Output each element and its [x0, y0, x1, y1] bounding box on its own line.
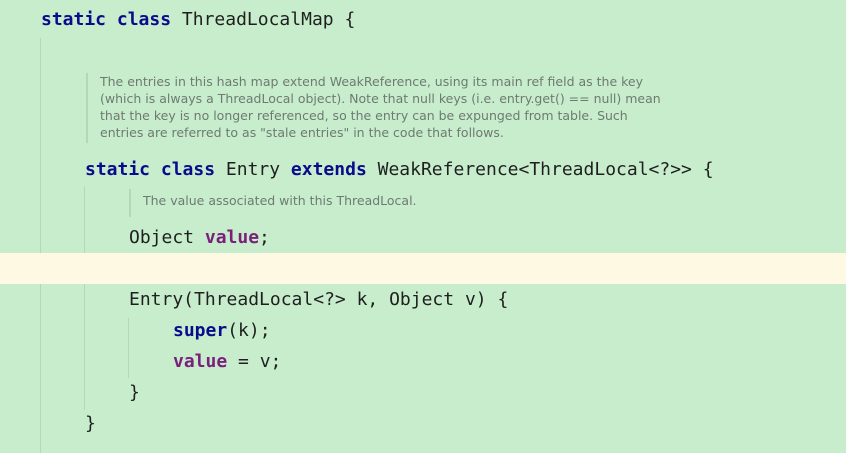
constructor-signature: Entry(ThreadLocal<?> k, Object v) { — [129, 289, 509, 310]
doc-line: (which is always a ThreadLocal object). … — [100, 91, 661, 106]
keyword-class: class — [160, 159, 216, 180]
super-args: (k); — [227, 320, 271, 341]
close-brace: } — [85, 413, 96, 434]
class-close-brace[interactable]: } — [85, 413, 96, 435]
indent-guide — [40, 38, 41, 453]
semicolon: ; — [259, 227, 270, 248]
code-editor[interactable]: static class ThreadLocalMap { The entrie… — [0, 0, 846, 453]
super-type: WeakReference<ThreadLocal<?>> { — [366, 159, 714, 180]
indent-guide — [84, 186, 85, 410]
constructor-signature-line[interactable]: Entry(ThreadLocal<?> k, Object v) { — [129, 289, 508, 311]
keyword-extends: extends — [290, 159, 367, 180]
doc-line: entries are referred to as "stale entrie… — [100, 125, 504, 140]
entry-declaration-line[interactable]: static class Entry extends WeakReference… — [85, 159, 714, 181]
assignment-rest: = v; — [227, 351, 282, 372]
doc-line: that the key is no longer referenced, so… — [100, 108, 628, 123]
value-field-line[interactable]: Object value; — [129, 227, 270, 249]
keyword-class: class — [116, 9, 172, 30]
field-name: value — [173, 351, 228, 372]
keyword-static: static — [41, 9, 107, 30]
keyword-super: super — [173, 320, 228, 341]
field-name: value — [204, 227, 260, 248]
class-declaration-line[interactable]: static class ThreadLocalMap { — [41, 9, 355, 31]
assignment-line[interactable]: value = v; — [173, 351, 281, 373]
constructor-close-brace[interactable]: } — [129, 382, 140, 404]
super-call-line[interactable]: super(k); — [173, 320, 271, 342]
indent-guide — [128, 318, 129, 378]
close-brace: } — [129, 382, 140, 403]
value-doc-comment: The value associated with this ThreadLoc… — [129, 189, 417, 217]
field-type: Object — [129, 227, 205, 248]
class-name: ThreadLocalMap { — [171, 9, 356, 30]
doc-line: The value associated with this ThreadLoc… — [143, 193, 417, 208]
keyword-static: static — [85, 159, 151, 180]
map-doc-comment: The entries in this hash map extend Weak… — [86, 73, 661, 143]
current-line-highlight — [0, 253, 846, 284]
entry-class-name: Entry — [215, 159, 291, 180]
doc-line: The entries in this hash map extend Weak… — [100, 74, 643, 89]
